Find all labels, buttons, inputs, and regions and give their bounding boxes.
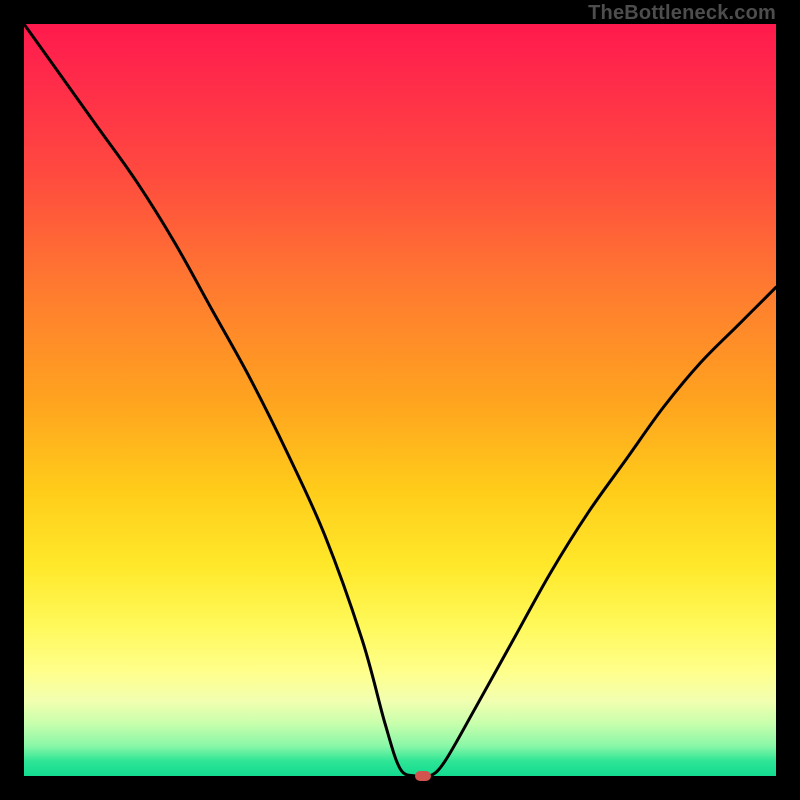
chart-frame: TheBottleneck.com	[0, 0, 800, 800]
bottleneck-curve-path	[24, 24, 776, 776]
minimum-marker	[415, 771, 431, 781]
watermark-text: TheBottleneck.com	[588, 2, 776, 25]
plot-area	[24, 24, 776, 776]
curve-svg	[24, 24, 776, 776]
